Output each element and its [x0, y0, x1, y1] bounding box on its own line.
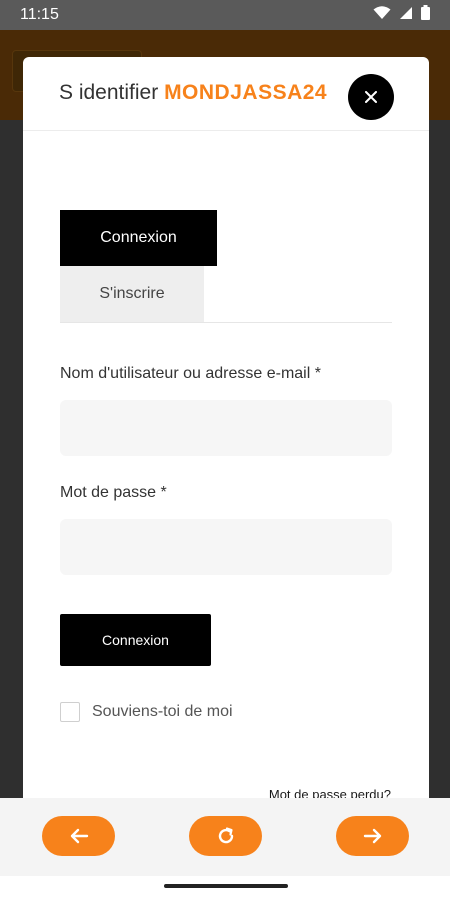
- login-button-label: Connexion: [102, 632, 169, 648]
- tab-connexion[interactable]: Connexion: [60, 210, 217, 266]
- back-button[interactable]: [42, 816, 115, 856]
- remember-me-row[interactable]: Souviens-toi de moi: [60, 702, 233, 722]
- login-modal: S identifier MONDJASSA24 Connexion S'ins…: [23, 57, 429, 817]
- reload-button[interactable]: [189, 816, 262, 856]
- tab-connexion-label: Connexion: [100, 229, 177, 246]
- home-gesture-pill[interactable]: [164, 884, 288, 888]
- modal-title-brand: MONDJASSA24: [164, 81, 328, 104]
- password-label: Mot de passe *: [60, 484, 167, 501]
- close-icon: [365, 91, 377, 103]
- wifi-icon: [373, 5, 391, 25]
- status-icons: [373, 5, 430, 25]
- bottom-nav-bar: [0, 798, 450, 876]
- forward-button[interactable]: [336, 816, 409, 856]
- remember-me-label: Souviens-toi de moi: [92, 703, 233, 720]
- close-button[interactable]: [348, 74, 394, 120]
- arrow-left-icon: [70, 828, 88, 844]
- tab-inscrire[interactable]: S'inscrire: [60, 266, 204, 322]
- signal-icon: [399, 6, 413, 25]
- login-button[interactable]: Connexion: [60, 614, 211, 666]
- modal-header: S identifier MONDJASSA24: [23, 57, 429, 131]
- tab-divider: [60, 322, 392, 323]
- modal-title: S identifier MONDJASSA24: [59, 81, 327, 105]
- username-label: Nom d'utilisateur ou adresse e-mail *: [60, 365, 321, 382]
- username-input[interactable]: [60, 400, 392, 456]
- status-time: 11:15: [20, 6, 59, 23]
- reload-icon: [218, 827, 233, 844]
- status-bar: 11:15: [0, 0, 450, 30]
- remember-me-checkbox[interactable]: [60, 702, 80, 722]
- gesture-bar: [0, 876, 450, 900]
- arrow-right-icon: [363, 828, 381, 844]
- password-input[interactable]: [60, 519, 392, 575]
- tab-inscrire-label: S'inscrire: [99, 285, 165, 302]
- modal-title-prefix: S identifier: [59, 81, 159, 104]
- battery-icon: [421, 5, 430, 25]
